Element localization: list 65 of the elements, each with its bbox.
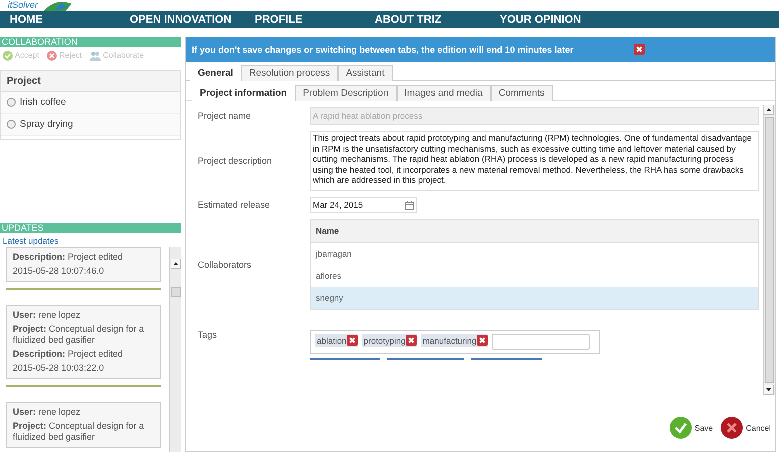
update-line: User: rene lopez: [13, 310, 82, 321]
date-value: Mar 24, 2015: [313, 200, 364, 210]
remove-icon[interactable]: [634, 44, 645, 55]
update-line: User: rene lopez: [13, 407, 82, 418]
tags-field[interactable]: ablation prototyping manufacturing: [310, 330, 600, 354]
field-label: Collaborators: [197, 260, 253, 270]
field-label: Tags: [197, 330, 218, 340]
nav-link[interactable]: OPEN INNOVATION: [120, 14, 245, 26]
tab[interactable]: Comments: [490, 85, 553, 101]
scroll-up-icon: [764, 105, 774, 115]
table-row[interactable]: snegny: [311, 287, 758, 309]
logo-text: itSolver: [8, 0, 38, 11]
radio-option[interactable]: Spray drying: [1, 114, 180, 136]
scroll-thumb[interactable]: [170, 287, 180, 297]
nav-link[interactable]: YOUR OPINION: [490, 14, 610, 26]
calendar-icon: [405, 200, 414, 210]
tag-label: ablation: [317, 336, 347, 346]
remove-icon[interactable]: [346, 335, 358, 346]
field-label: Estimated release: [197, 200, 272, 210]
panel-header: Project: [1, 71, 180, 92]
scroll-down-icon: [764, 385, 774, 395]
radio-label: Spray drying: [20, 119, 74, 130]
update-line: Project: Conceptual design for a fluidized bed gasifier: [13, 324, 146, 346]
description-field[interactable]: This project treats about rapid prototyping and manufacturing (RPM) technologies. One of fundamental disadvantage in RPM is the unsatisfactory cutting mechanisms, such as excessive cutting time and leftover material caused by cutting mechanisms. The rapid heat ablation (RHA) process is developed as a new rapid manufacturing process using the heated tool, it incorporates a new material removal method. Nevertheless, the RHA has some drawbacks which are addressed in this project.: [310, 131, 759, 191]
date-field[interactable]: Mar 24, 2015: [310, 197, 417, 213]
logo-icon: [42, 0, 74, 11]
update-line: 2015-05-28 10:07:46.0: [13, 266, 106, 277]
check-icon: [670, 417, 692, 439]
action-button[interactable]: Save: [670, 417, 714, 439]
people-icon: [90, 50, 102, 60]
cross-icon: [721, 417, 744, 439]
radio-icon[interactable]: [7, 98, 16, 107]
update-line: 2015-05-28 10:03:22.0: [13, 363, 106, 374]
tag-label: prototyping: [364, 336, 406, 346]
radio-option[interactable]: Irish coffee: [1, 92, 180, 114]
tab[interactable]: Problem Description: [295, 85, 397, 101]
tag-input[interactable]: [492, 334, 590, 350]
radio-icon[interactable]: [7, 120, 16, 129]
scrollbar[interactable]: [763, 105, 775, 395]
tab[interactable]: Assistant: [338, 65, 393, 81]
update-line: Description: Project edited: [13, 252, 124, 263]
radio-label: Irish coffee: [20, 97, 66, 108]
check-icon: [3, 50, 13, 60]
nav-link[interactable]: ABOUT TRIZ: [365, 14, 490, 26]
update-line: Project: Conceptual design for a fluidized bed gasifier: [13, 421, 146, 443]
updates-link[interactable]: Latest updates: [0, 233, 181, 247]
scroll-up-icon: [170, 259, 180, 269]
tab[interactable]: Images and media: [396, 85, 491, 101]
banner-text: If you don't save changes or switching between tabs, the edition will end 10 minutes later: [192, 44, 574, 54]
tab[interactable]: Resolution process: [241, 65, 338, 81]
field-label: Project name: [197, 111, 252, 121]
scrollbar[interactable]: [169, 247, 181, 452]
tag-label: manufacturing: [422, 336, 477, 346]
remove-icon[interactable]: [406, 335, 417, 346]
cross-icon: [47, 50, 58, 60]
field-label: Project description: [197, 156, 274, 166]
update-line: Description: Project edited: [13, 349, 124, 360]
nav-link[interactable]: HOME: [0, 14, 120, 26]
action-button[interactable]: Cancel: [721, 417, 771, 439]
column-header: Name: [311, 220, 758, 243]
remove-icon[interactable]: [476, 335, 488, 346]
scroll-thumb[interactable]: [765, 117, 774, 383]
section-header: COLLABORATION: [0, 37, 181, 47]
section-header: UPDATES: [0, 223, 181, 233]
nav-link[interactable]: PROFILE: [245, 14, 365, 26]
